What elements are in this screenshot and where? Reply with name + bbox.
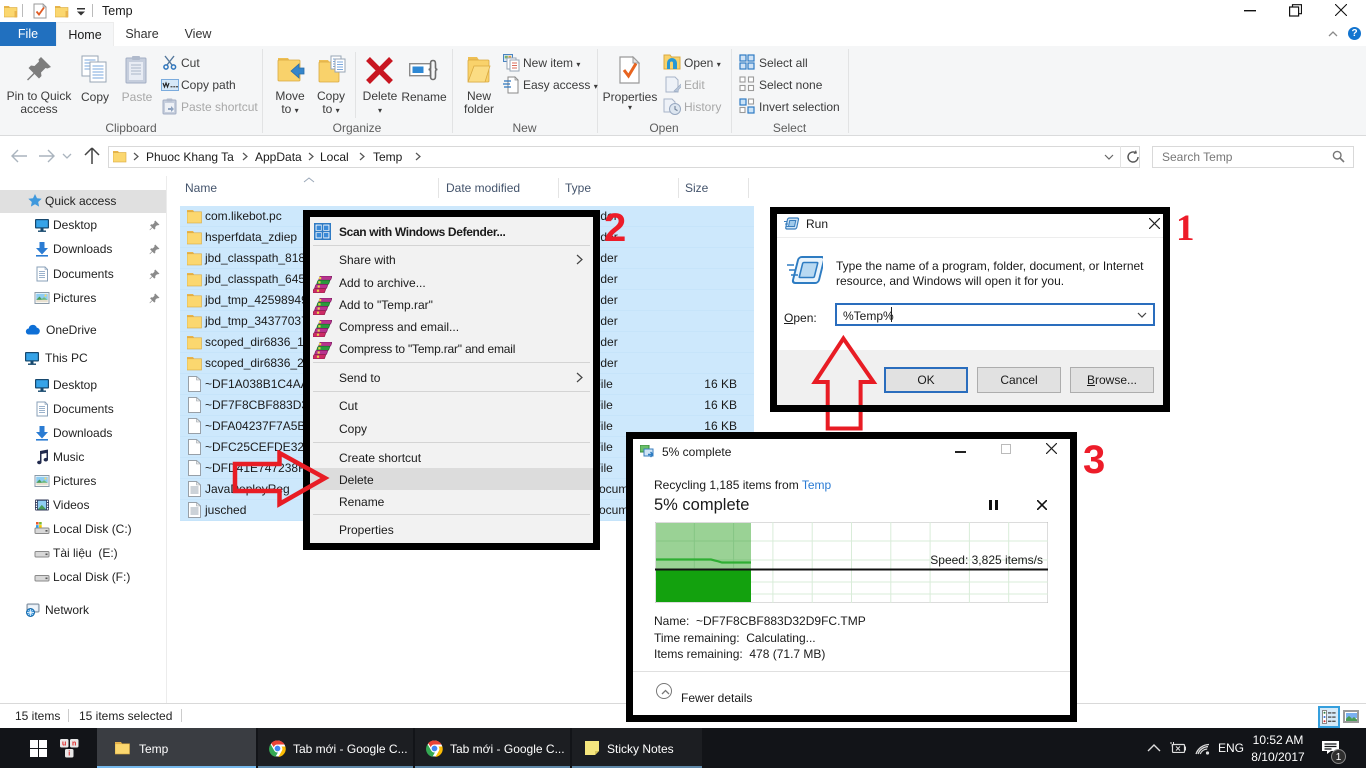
svg-text:i: i (68, 751, 70, 758)
svg-text:n: n (72, 741, 76, 748)
svg-text:u: u (62, 741, 66, 748)
